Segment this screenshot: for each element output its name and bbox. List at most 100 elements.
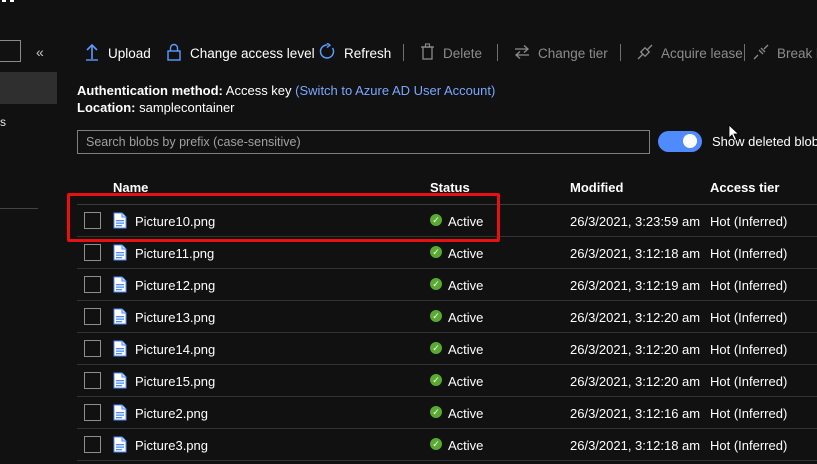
active-status-icon: ✓ [430, 438, 442, 450]
break-lease-button[interactable]: Break l [753, 42, 817, 64]
title-fragment [0, 0, 22, 6]
mouse-cursor-icon [728, 124, 740, 145]
change-tier-label: Change tier [538, 45, 608, 61]
table-row[interactable]: Picture14.png ✓ Active 26/3/2021, 3:12:20 a… [77, 333, 817, 365]
toggle-knob [683, 134, 697, 148]
active-status-icon: ✓ [430, 406, 442, 418]
active-status-icon: ✓ [430, 374, 442, 386]
file-icon [113, 372, 127, 392]
file-icon [113, 340, 127, 360]
access-tier: Hot (Inferred) [710, 406, 788, 421]
modified-date: 26/3/2021, 3:12:16 am [570, 406, 701, 421]
toolbar-separator [403, 44, 404, 61]
table-row[interactable]: Picture3.png ✓ Active 26/3/2021, 3:12:18 am… [77, 429, 817, 461]
refresh-icon [319, 42, 336, 63]
auth-method-label: Authentication method: [77, 83, 223, 98]
change-tier-button[interactable]: Change tier [514, 42, 608, 64]
status-text: Active [448, 310, 484, 325]
file-name-link[interactable]: Picture12.png [135, 278, 215, 293]
file-name-link[interactable]: Picture11.png [135, 246, 214, 261]
access-tier: Hot (Inferred) [710, 342, 788, 357]
toolbar-separator [497, 44, 498, 61]
access-tier: Hot (Inferred) [710, 246, 788, 261]
file-icon [113, 308, 127, 328]
sidebar-search-input[interactable] [0, 40, 21, 62]
upload-button[interactable]: Upload [84, 42, 151, 64]
trash-icon [420, 43, 435, 63]
refresh-label: Refresh [344, 45, 392, 61]
column-header-modified[interactable]: Modified [570, 180, 623, 195]
change-access-level-button[interactable]: Change access level [166, 42, 315, 64]
modified-date: 26/3/2021, 3:12:20 am [570, 374, 701, 389]
location-line: Location: samplecontainer [77, 100, 235, 115]
modified-date: 26/3/2021, 3:12:19 am [570, 278, 701, 293]
status-text: Active [448, 438, 484, 453]
file-icon [113, 436, 127, 456]
highlight-annotation [67, 193, 500, 242]
active-status-icon: ✓ [430, 246, 442, 258]
status-text: Active [448, 246, 484, 261]
status-text: Active [448, 278, 484, 293]
modified-date: 26/3/2021, 3:12:18 am [570, 438, 701, 453]
link-icon [637, 44, 653, 63]
acquire-lease-label: Acquire lease [661, 45, 743, 61]
active-status-icon: ✓ [430, 278, 442, 290]
modified-date: 26/3/2021, 3:12:18 am [570, 246, 701, 261]
file-icon [113, 276, 127, 296]
collapse-sidebar-icon[interactable]: « [36, 44, 44, 60]
search-blobs-input[interactable]: Search blobs by prefix (case-sensitive) [77, 130, 650, 154]
table-row[interactable]: Picture2.png ✓ Active 26/3/2021, 3:12:16 am… [77, 397, 817, 429]
sidebar-item-label[interactable]: s [0, 115, 6, 129]
active-status-icon: ✓ [430, 310, 442, 322]
break-lease-label: Break l [777, 45, 817, 61]
upload-label: Upload [108, 45, 151, 61]
row-checkbox[interactable] [84, 372, 101, 389]
status-text: Active [448, 374, 484, 389]
switch-auth-link[interactable]: (Switch to Azure AD User Account) [295, 83, 495, 98]
acquire-lease-button[interactable]: Acquire lease [637, 42, 743, 64]
file-name-link[interactable]: Picture13.png [135, 310, 215, 325]
delete-button[interactable]: Delete [420, 42, 482, 64]
modified-date: 26/3/2021, 3:23:59 am [570, 214, 701, 229]
location-value: samplecontainer [139, 100, 235, 115]
row-divider [77, 460, 817, 461]
table-row[interactable]: Picture13.png ✓ Active 26/3/2021, 3:12:20 a… [77, 301, 817, 333]
row-checkbox[interactable] [84, 340, 101, 357]
upload-icon [84, 43, 100, 64]
file-name-link[interactable]: Picture2.png [135, 406, 208, 421]
file-name-link[interactable]: Picture3.png [135, 438, 208, 453]
delete-label: Delete [443, 45, 483, 61]
broken-link-icon [753, 44, 769, 63]
lock-icon [166, 43, 182, 64]
file-icon [113, 404, 127, 424]
row-checkbox[interactable] [84, 244, 101, 261]
table-row[interactable]: Picture12.png ✓ Active 26/3/2021, 3:12:19 a… [77, 269, 817, 301]
modified-date: 26/3/2021, 3:12:20 am [570, 310, 701, 325]
sidebar-divider [0, 208, 38, 209]
toolbar-separator [744, 44, 745, 61]
file-icon [113, 244, 127, 264]
change-access-level-label: Change access level [190, 45, 315, 61]
access-tier: Hot (Inferred) [710, 278, 788, 293]
status-text: Active [448, 406, 484, 421]
column-header-access-tier[interactable]: Access tier [710, 180, 779, 195]
modified-date: 26/3/2021, 3:12:20 am [570, 342, 701, 357]
access-tier: Hot (Inferred) [710, 374, 788, 389]
location-label: Location: [77, 100, 136, 115]
row-checkbox[interactable] [84, 436, 101, 453]
refresh-button[interactable]: Refresh [319, 42, 391, 64]
access-tier: Hot (Inferred) [710, 310, 788, 325]
row-checkbox[interactable] [84, 308, 101, 325]
status-text: Active [448, 342, 484, 357]
file-name-link[interactable]: Picture14.png [135, 342, 215, 357]
table-row[interactable]: Picture15.png ✓ Active 26/3/2021, 3:12:20 a… [77, 365, 817, 397]
auth-method-value: Access key [225, 83, 292, 98]
row-checkbox[interactable] [84, 276, 101, 293]
row-checkbox[interactable] [84, 404, 101, 421]
access-tier: Hot (Inferred) [710, 214, 788, 229]
swap-arrows-icon [514, 44, 530, 63]
toolbar-separator [620, 44, 621, 61]
active-status-icon: ✓ [430, 342, 442, 354]
file-name-link[interactable]: Picture15.png [135, 374, 215, 389]
sidebar-selected-item[interactable] [0, 72, 57, 104]
